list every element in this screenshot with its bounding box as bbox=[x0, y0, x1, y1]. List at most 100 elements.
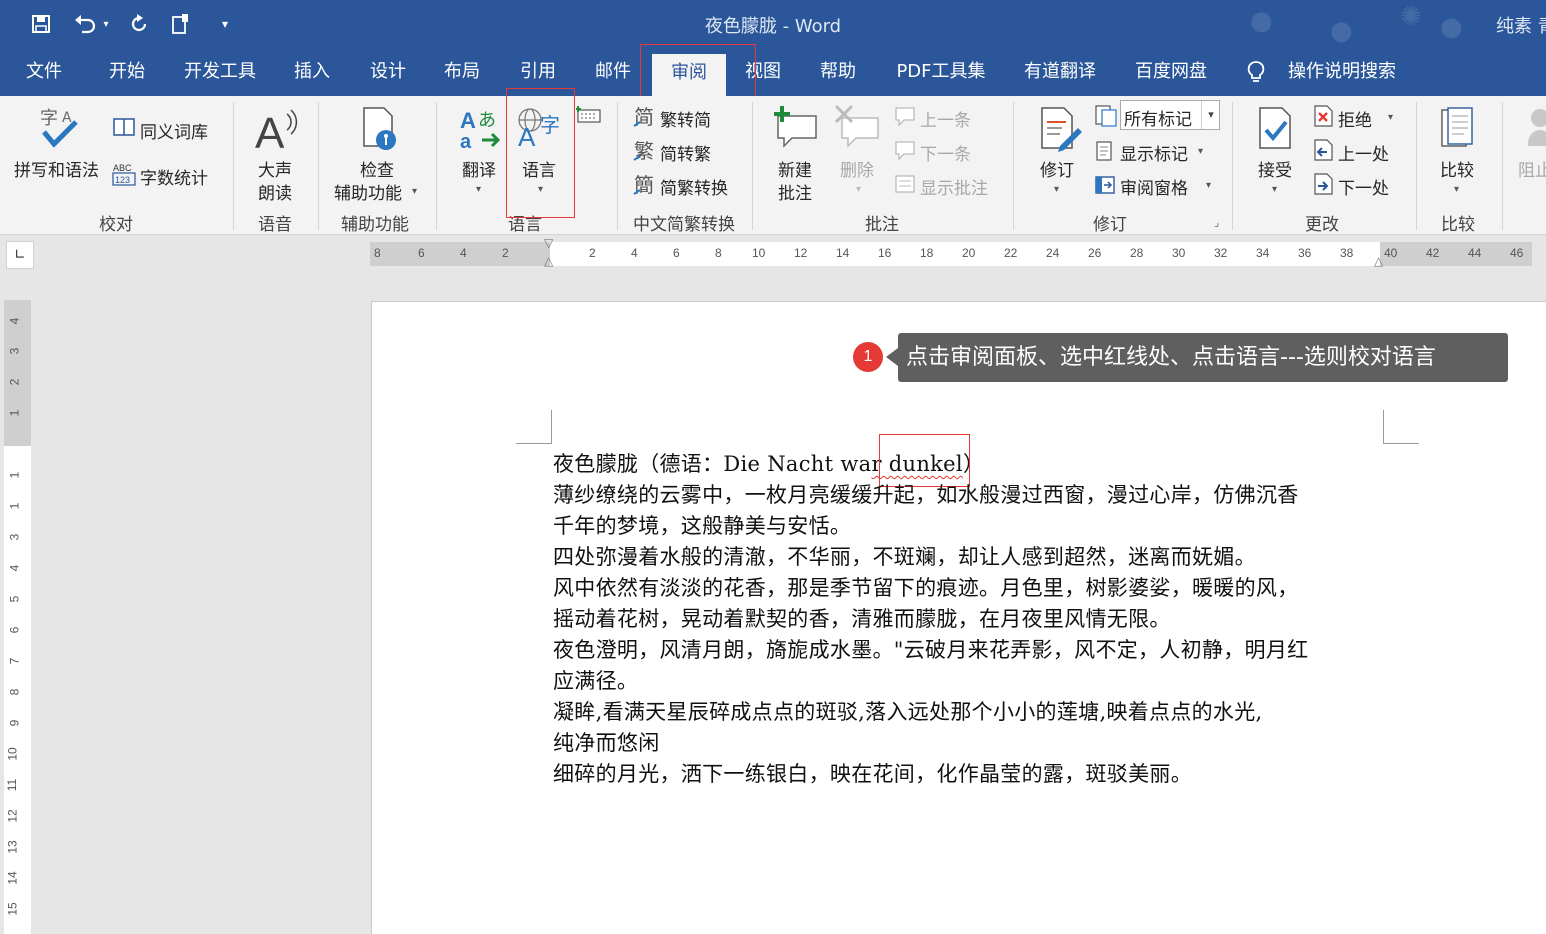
previous-change-button[interactable]: 上一处 bbox=[1338, 140, 1389, 165]
chinese-conversion-icon[interactable]: 簡 bbox=[632, 172, 658, 202]
paragraph-line[interactable]: 风中依然有淡淡的花香，那是季节留下的痕迹。月色里，树影婆娑，暖暖的风， bbox=[553, 572, 1299, 602]
document-page[interactable]: 1 点击审阅面板、选中红线处、点击语言---选则校对语言 夜色朦胧（德语：Die… bbox=[371, 301, 1546, 934]
tab-help[interactable]: 帮助 bbox=[817, 48, 859, 96]
reject-change-icon[interactable] bbox=[1312, 104, 1334, 132]
chevron-down-icon[interactable]: ▾ bbox=[1054, 184, 1059, 195]
simplified-to-traditional-icon[interactable]: 繁 bbox=[632, 138, 658, 168]
chevron-down-icon[interactable]: ▾ bbox=[538, 184, 543, 195]
block-authors-icon[interactable] bbox=[1526, 106, 1546, 156]
ruler-tick: 14 bbox=[5, 871, 20, 885]
reviewing-pane-button[interactable]: 审阅窗格 bbox=[1120, 174, 1188, 199]
next-change-button[interactable]: 下一处 bbox=[1338, 174, 1389, 199]
tab-home[interactable]: 开始 bbox=[106, 48, 148, 96]
chevron-down-icon[interactable]: ▾ bbox=[1272, 184, 1277, 195]
lightbulb-icon[interactable] bbox=[1246, 60, 1266, 84]
tab-file[interactable]: 文件 bbox=[24, 48, 64, 96]
check-accessibility-label-1[interactable]: 检查 bbox=[360, 156, 394, 181]
read-aloud-label-2[interactable]: 朗读 bbox=[258, 179, 292, 204]
check-accessibility-label-2[interactable]: 辅助功能 bbox=[334, 179, 402, 204]
next-change-icon[interactable] bbox=[1312, 172, 1334, 200]
ruler-tick: 1 bbox=[7, 471, 22, 479]
user-name[interactable]: 纯素 青 bbox=[1496, 12, 1546, 38]
reject-change-button[interactable]: 拒绝 bbox=[1338, 106, 1372, 131]
thesaurus-icon[interactable] bbox=[113, 117, 135, 141]
traditional-to-simplified-icon[interactable]: 简 bbox=[632, 104, 658, 134]
track-changes-button[interactable]: 修订 bbox=[1040, 156, 1074, 181]
tab-mailings[interactable]: 邮件 bbox=[593, 48, 633, 96]
read-aloud-icon[interactable]: A bbox=[255, 106, 301, 158]
chevron-down-icon: ▾ bbox=[856, 184, 862, 195]
chevron-down-icon[interactable]: ▾ bbox=[1201, 101, 1220, 129]
accept-change-icon[interactable] bbox=[1256, 106, 1296, 156]
ribbon: 字A 拼写和语法 同义词库 ABC 123 字数统计 校对 A 大声 朗读 语音 … bbox=[0, 96, 1546, 235]
markup-display-select[interactable]: 所有标记 ▾ bbox=[1120, 100, 1220, 130]
spelling-grammar-button[interactable]: 拼写和语法 bbox=[14, 156, 99, 181]
word-count-icon[interactable]: ABC 123 bbox=[112, 162, 138, 190]
chevron-down-icon[interactable]: ▾ bbox=[412, 186, 417, 197]
paragraph-line[interactable]: 纯净而悠闲 bbox=[553, 727, 660, 757]
compare-icon[interactable] bbox=[1438, 106, 1478, 156]
track-changes-icon[interactable] bbox=[1038, 106, 1082, 156]
word-count-button[interactable]: 字数统计 bbox=[140, 164, 208, 189]
tell-me-search[interactable]: 操作说明搜索 bbox=[1286, 48, 1398, 96]
right-indent-marker[interactable]: △ bbox=[1374, 254, 1383, 268]
horizontal-ruler[interactable]: ▽ △ △ 8 6 4 2 2 4 6 8 10 12 14 16 18 20 … bbox=[370, 236, 1532, 268]
accessibility-check-icon[interactable] bbox=[360, 106, 400, 156]
tab-layout[interactable]: 布局 bbox=[442, 48, 482, 96]
paragraph-line[interactable]: 四处弥漫着水般的清澈，不华丽，不斑斓，却让人感到超然，迷离而妩媚。 bbox=[553, 541, 1256, 571]
paragraph-line[interactable]: 摇动着花树，晃动着默契的香，清雅而朦胧，在月夜里风情无限。 bbox=[553, 603, 1171, 633]
language-icon[interactable]: A字 bbox=[516, 106, 566, 152]
compare-button[interactable]: 比较 bbox=[1440, 156, 1474, 181]
traditional-to-simplified-button[interactable]: 繁转简 bbox=[660, 106, 711, 131]
ruler-tick: 9 bbox=[7, 719, 22, 727]
paragraph-line[interactable]: 千年的梦境，这般静美与安恬。 bbox=[553, 510, 851, 540]
tab-baidu-netdisk[interactable]: 百度网盘 bbox=[1132, 48, 1210, 96]
translate-icon[interactable]: Aあa bbox=[458, 106, 501, 154]
tab-review[interactable]: 审阅 bbox=[652, 54, 726, 96]
previous-change-icon[interactable] bbox=[1312, 138, 1334, 166]
tab-view[interactable]: 视图 bbox=[742, 48, 784, 96]
accept-change-button[interactable]: 接受 bbox=[1258, 156, 1292, 181]
keyboard-icon[interactable] bbox=[575, 106, 602, 128]
chevron-down-icon[interactable]: ▾ bbox=[1388, 112, 1393, 123]
tab-references[interactable]: 引用 bbox=[518, 48, 558, 96]
read-aloud-label-1[interactable]: 大声 bbox=[258, 156, 292, 181]
spelling-check-icon[interactable]: 字A bbox=[38, 104, 82, 154]
paragraph-line[interactable]: 夜色澄明，风清月朗，旖旎成水墨。"云破月来花弄影，风不定，人初静，明月红 bbox=[553, 634, 1308, 664]
chevron-down-icon[interactable]: ▾ bbox=[476, 184, 481, 195]
tab-youdao-translate[interactable]: 有道翻译 bbox=[1021, 48, 1099, 96]
paragraph-line[interactable]: 细碎的月光，洒下一练银白，映在花间，化作晶莹的露，斑驳美丽。 bbox=[553, 758, 1192, 788]
tab-selector[interactable]: ∟ bbox=[6, 241, 34, 269]
new-comment-icon[interactable] bbox=[772, 104, 820, 152]
show-markup-button[interactable]: 显示标记 bbox=[1120, 140, 1188, 165]
hanging-indent-marker[interactable]: △ bbox=[544, 254, 553, 268]
paragraph-line[interactable]: 薄纱缭绕的云雾中，一枚月亮缓缓升起，如水般漫过西窗，漫过心岸，仿佛沉香 bbox=[553, 479, 1299, 509]
vertical-ruler[interactable]: 4 3 2 1 1 1 3 4 5 6 7 8 9 10 11 12 13 14… bbox=[4, 300, 31, 934]
show-markup-icon[interactable] bbox=[1094, 140, 1116, 166]
language-button[interactable]: 语言 bbox=[522, 156, 556, 181]
thesaurus-button[interactable]: 同义词库 bbox=[140, 118, 208, 143]
tracking-options-launcher-icon[interactable]: ⌟ bbox=[1214, 216, 1219, 229]
svg-text:A: A bbox=[518, 122, 536, 148]
tab-insert[interactable]: 插入 bbox=[292, 48, 332, 96]
simplified-to-traditional-button[interactable]: 简转繁 bbox=[660, 140, 711, 165]
heading-text: 夜色朦胧（德语：Die Nacht wa bbox=[553, 452, 872, 476]
tab-design[interactable]: 设计 bbox=[368, 48, 408, 96]
new-comment-label-1[interactable]: 新建 bbox=[778, 156, 812, 181]
chevron-down-icon[interactable]: ▾ bbox=[1454, 184, 1459, 195]
ruler-tick: 15 bbox=[5, 902, 20, 916]
tab-pdf-tools[interactable]: PDF工具集 bbox=[893, 48, 989, 96]
tab-developer[interactable]: 开发工具 bbox=[182, 48, 258, 96]
block-authors-button[interactable]: 阻止 bbox=[1518, 156, 1546, 181]
chinese-conversion-button[interactable]: 简繁转换 bbox=[660, 174, 728, 199]
chevron-down-icon[interactable]: ▾ bbox=[1206, 180, 1211, 191]
reviewing-pane-icon[interactable] bbox=[1094, 174, 1116, 200]
first-line-indent-marker[interactable]: ▽ bbox=[544, 236, 553, 250]
chevron-down-icon[interactable]: ▾ bbox=[1198, 146, 1203, 157]
misspelled-word[interactable]: r dunkel bbox=[871, 452, 962, 476]
new-comment-label-2[interactable]: 批注 bbox=[778, 179, 812, 204]
document-heading[interactable]: 夜色朦胧（德语：Die Nacht war dunkel） bbox=[553, 448, 984, 478]
paragraph-line[interactable]: 应满径。 bbox=[553, 665, 638, 695]
paragraph-line[interactable]: 凝眸,看满天星辰碎成点点的斑驳,落入远处那个小小的莲塘,映着点点的水光, bbox=[553, 696, 1263, 726]
translate-button[interactable]: 翻译 bbox=[462, 156, 496, 181]
